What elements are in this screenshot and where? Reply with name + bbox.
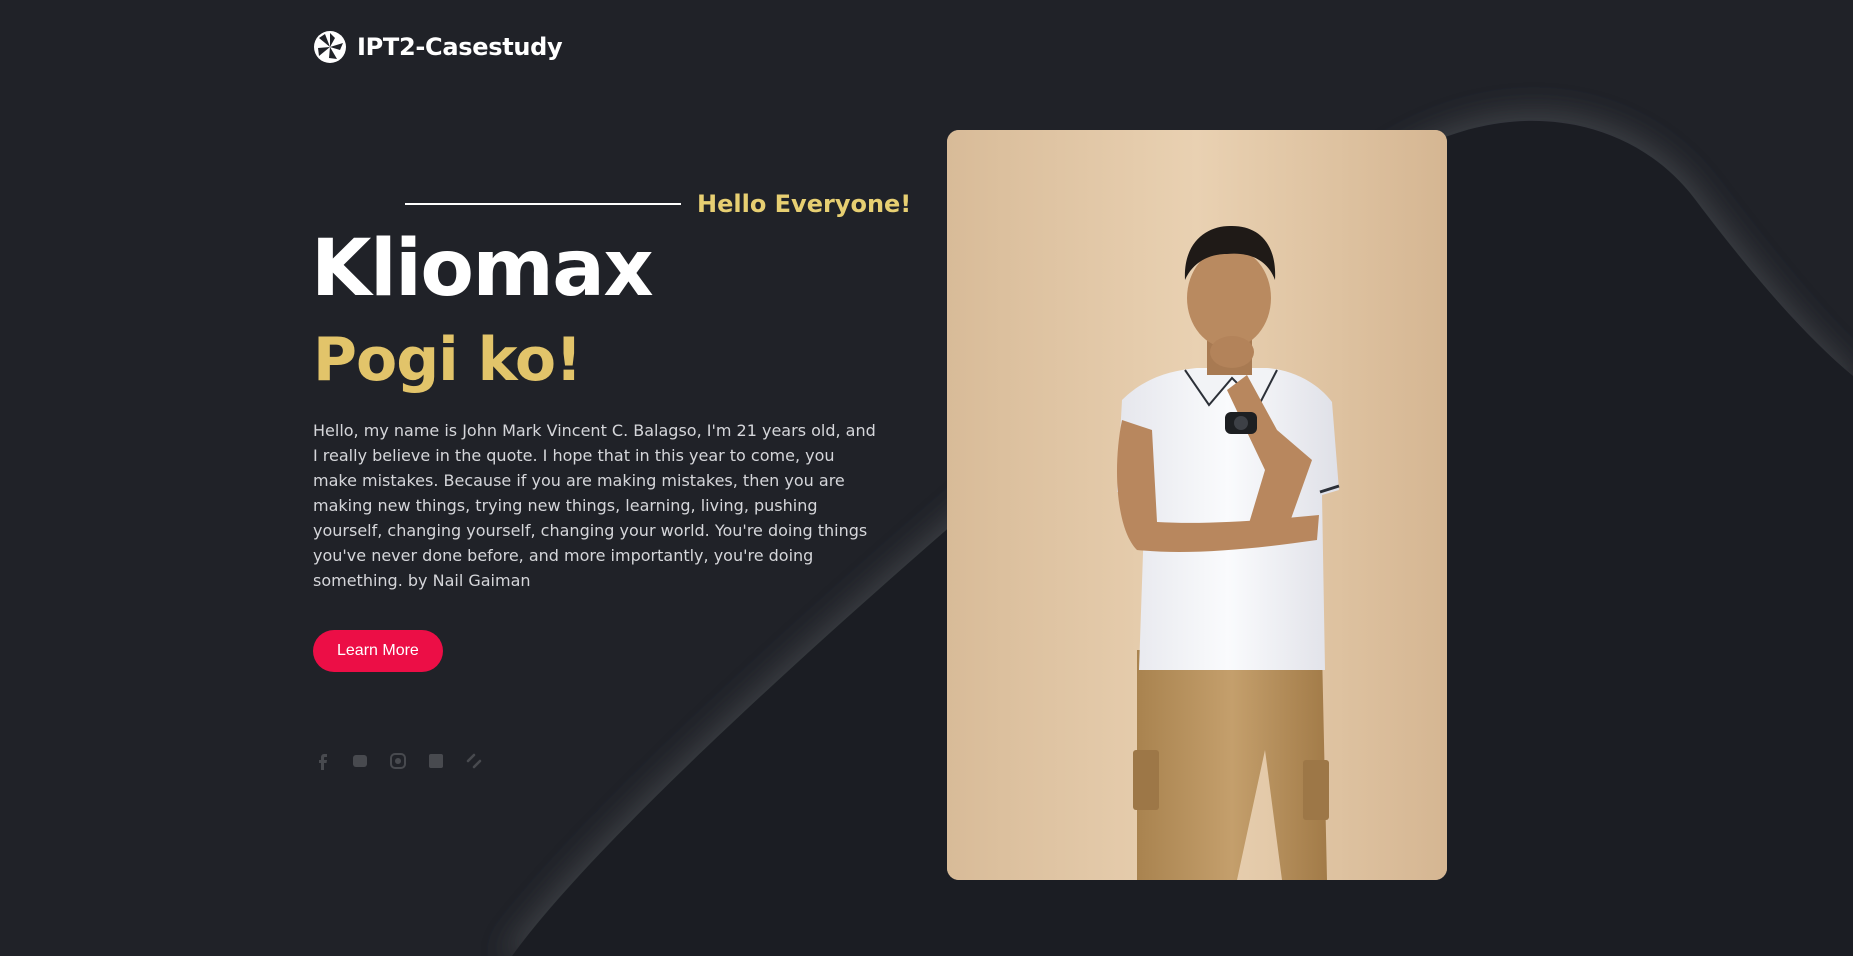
linkedin-icon[interactable] <box>427 752 445 770</box>
greeting-divider <box>405 203 681 205</box>
brand-name: IPT2-Casestudy <box>357 33 563 61</box>
social-links <box>313 752 483 770</box>
greeting-text: Hello Everyone! <box>697 190 912 218</box>
background-shape <box>500 109 1853 956</box>
hero-tagline: Pogi ko! <box>313 325 582 395</box>
hero-bio: Hello, my name is John Mark Vincent C. B… <box>313 421 876 590</box>
twitter-icon[interactable] <box>351 752 369 770</box>
portrait-photo <box>947 130 1447 880</box>
aperture-icon <box>313 30 347 64</box>
link-icon[interactable] <box>465 752 483 770</box>
learn-more-button[interactable]: Learn More <box>313 630 443 672</box>
greeting-row: Hello Everyone! <box>405 190 925 218</box>
brand-logo[interactable]: IPT2-Casestudy <box>313 30 563 64</box>
instagram-icon[interactable] <box>389 752 407 770</box>
page: IPT2-Casestudy Hello Everyone! Kliomax P… <box>0 0 1853 956</box>
facebook-icon[interactable] <box>313 752 331 770</box>
hero-name: Kliomax <box>311 224 654 314</box>
